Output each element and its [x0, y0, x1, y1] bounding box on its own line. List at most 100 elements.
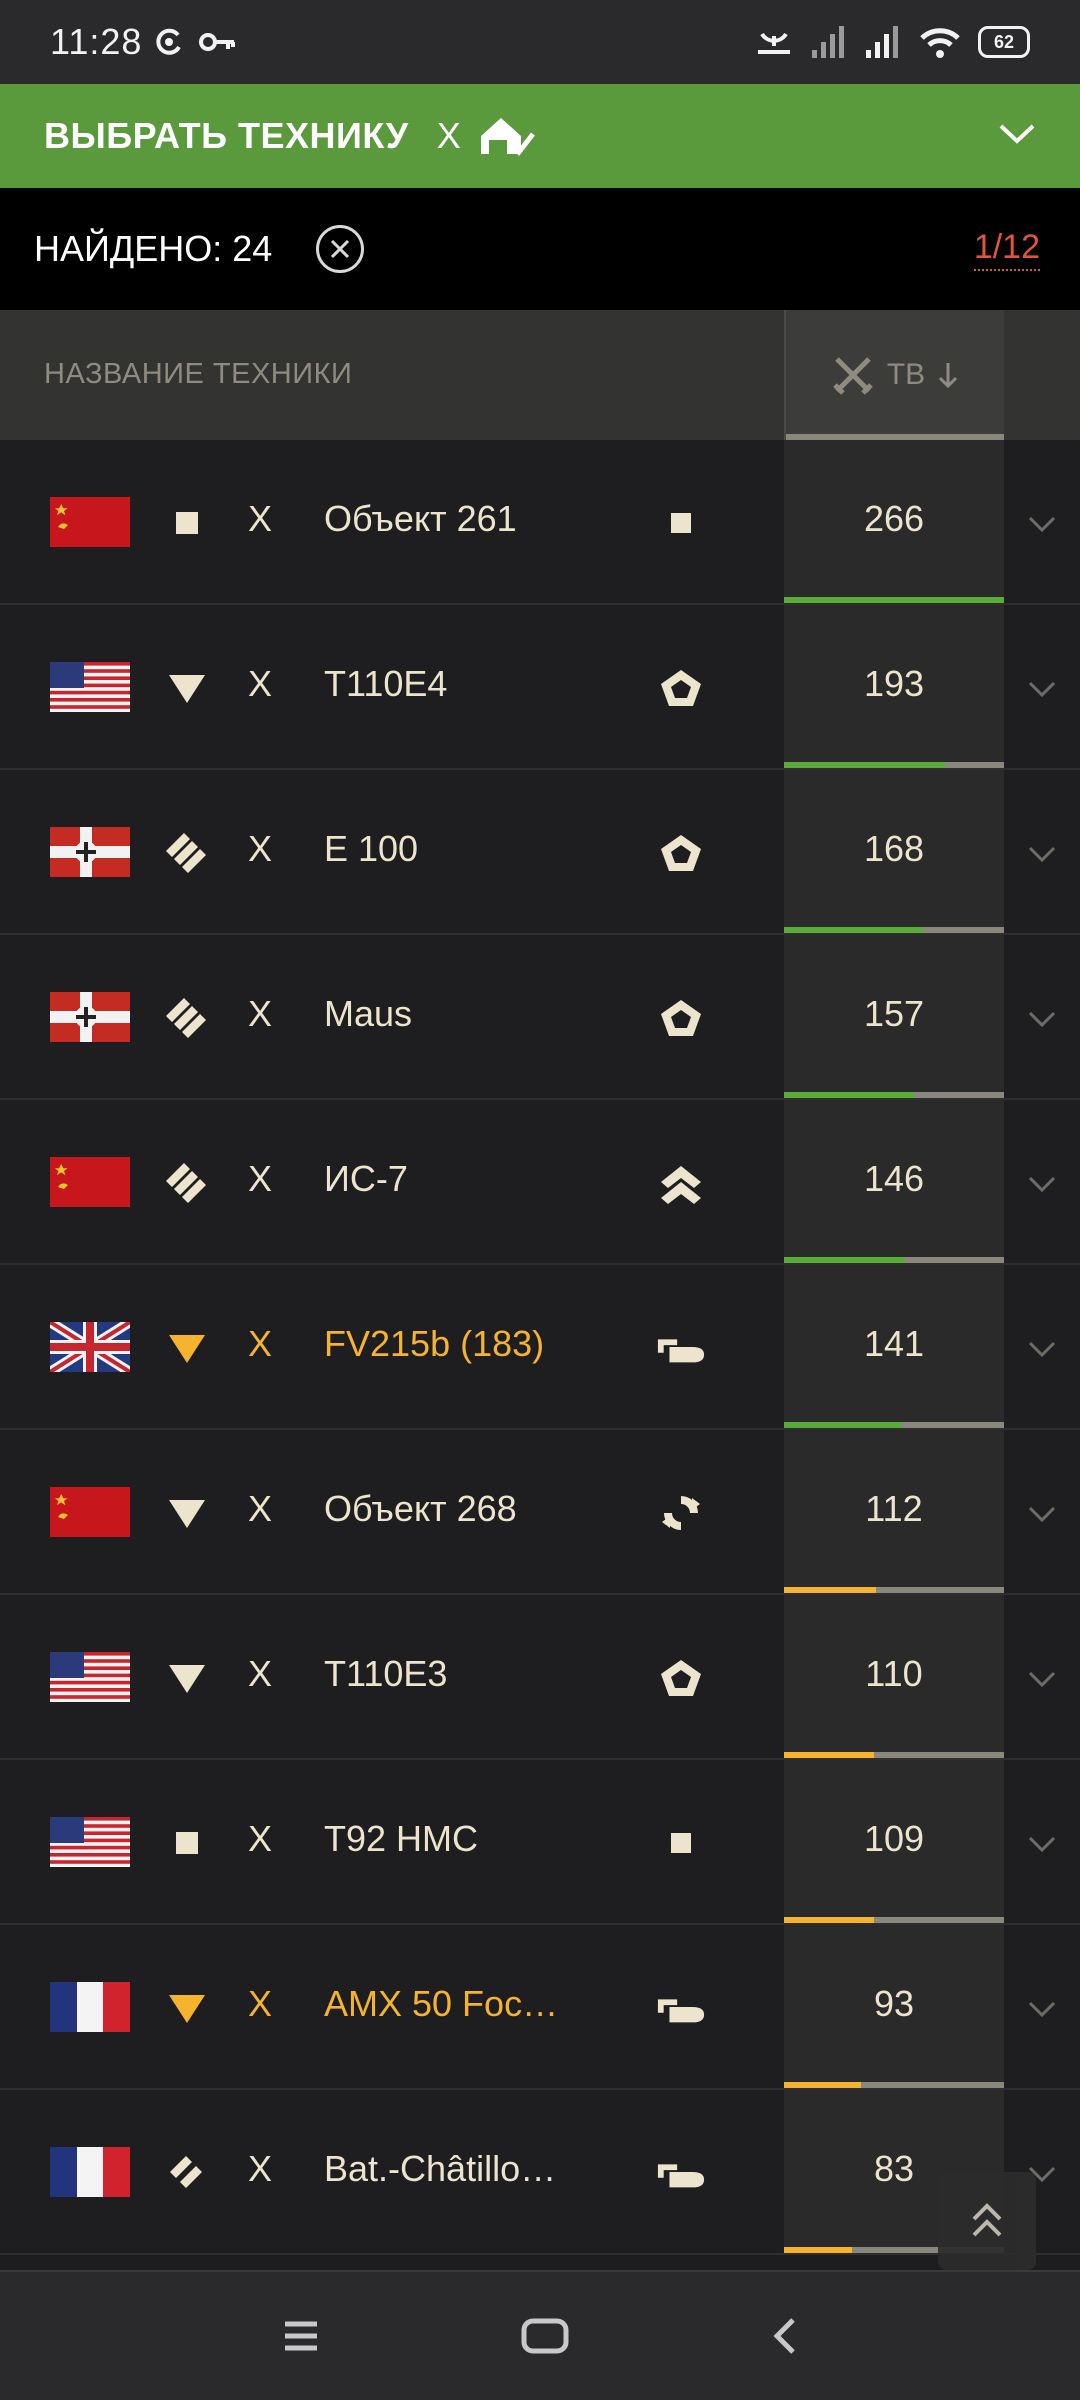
rating-bar-fill [784, 2247, 853, 2253]
column-name-header[interactable]: НАЗВАНИЕ ТЕХНИКИ [44, 358, 352, 391]
vehicle-row[interactable]: X ИС-7 146 [0, 1100, 1080, 1265]
rating-cell: 112 [784, 1430, 1004, 1593]
vehicle-select-header[interactable]: ВЫБРАТЬ ТЕХНИКУ X [0, 84, 1080, 188]
vehicle-tier: X [248, 1488, 273, 1529]
vehicle-row[interactable]: X Maus 157 [0, 935, 1080, 1100]
rating-cell: 110 [784, 1595, 1004, 1758]
vehicle-name: AMX 50 Foch (… [324, 1983, 574, 2024]
vehicle-row[interactable]: X Объект 261 266 [0, 440, 1080, 605]
rating-bar [784, 1917, 1004, 1923]
vehicle-name: E 100 [324, 828, 419, 869]
vehicle-row[interactable]: X T92 HMC 109 [0, 1760, 1080, 1925]
vehicle-name: FV215b (183) [324, 1323, 545, 1364]
vehicle-row[interactable]: X T110E4 193 [0, 605, 1080, 770]
home-icon[interactable] [521, 2316, 569, 2356]
rating-bar-fill [784, 1422, 901, 1428]
vehicle-row[interactable]: X T110E3 110 [0, 1595, 1080, 1760]
clear-filter-button[interactable] [316, 225, 365, 273]
chevron-down-icon[interactable] [1024, 1001, 1060, 1037]
vehicle-tier: X [248, 1653, 273, 1694]
results-bar: НАЙДЕНО: 24 1/12 [0, 188, 1080, 310]
crossed-swords-icon [833, 357, 873, 395]
vehicle-type-td-icon [164, 1985, 210, 2031]
rating-cell: 266 [784, 440, 1004, 603]
role-assault-icon [656, 995, 706, 1041]
menu-icon[interactable] [281, 2318, 321, 2354]
vehicle-row[interactable]: X Bat.-Châtillon … 83 [0, 2090, 1080, 2255]
rating-cell: 168 [784, 770, 1004, 933]
vehicle-row[interactable]: X Объект 268 112 [0, 1430, 1080, 1595]
role-breakthrough-icon [656, 1160, 706, 1206]
rating-bar [784, 1092, 1004, 1098]
vehicle-tier: X [248, 2148, 273, 2189]
chevron-down-icon[interactable] [1024, 1826, 1060, 1862]
chevron-down-icon[interactable] [998, 122, 1036, 151]
vehicle-name: T92 HMC [324, 1818, 479, 1859]
sort-down-icon [939, 363, 958, 389]
chevron-down-icon[interactable] [1024, 1661, 1060, 1697]
rating-header-label: ТВ [886, 358, 926, 391]
vehicle-type-spg-icon [164, 1820, 210, 1866]
chevron-down-icon[interactable] [1024, 506, 1060, 542]
vehicle-type-heavy-icon [164, 830, 210, 876]
rating-value: 266 [863, 498, 925, 539]
vehicle-name: Maus [324, 993, 413, 1034]
flag-uk-icon [47, 1317, 133, 1377]
rating-bar-fill [784, 1752, 875, 1758]
flag-france-icon [50, 1982, 130, 2032]
vehicle-type-td-icon [164, 1655, 210, 1701]
rating-cell: 141 [784, 1265, 1004, 1428]
vehicle-name: Bat.-Châtillon … [324, 2148, 574, 2189]
battery-indicator: 62 [978, 26, 1030, 58]
vehicle-tier: X [248, 828, 273, 869]
flag-ussr-icon [50, 497, 130, 547]
rating-value: 193 [863, 663, 925, 704]
rating-bar-fill [784, 1257, 905, 1263]
rating-value: 146 [863, 1158, 925, 1199]
role-assault-icon [656, 830, 706, 876]
page-indicator[interactable]: 1/12 [973, 228, 1040, 271]
scroll-to-top-button[interactable] [938, 2172, 1036, 2270]
alarm-icon [758, 32, 790, 54]
role-spg-icon [656, 1820, 706, 1866]
vehicle-row[interactable]: X AMX 50 Foch (… 93 [0, 1925, 1080, 2090]
chevron-down-icon[interactable] [1024, 1166, 1060, 1202]
system-nav-bar [0, 2270, 1080, 2400]
rating-bar [784, 1422, 1004, 1428]
chevron-down-icon[interactable] [1024, 1496, 1060, 1532]
flag-ussr-icon [50, 1157, 130, 1207]
flag-france-icon [50, 2147, 130, 2197]
rating-bar-fill [784, 1587, 877, 1593]
column-rating-header[interactable]: ТВ [784, 310, 1004, 440]
chevron-down-icon[interactable] [1024, 1991, 1060, 2027]
vehicle-row[interactable]: X E 100 168 [0, 770, 1080, 935]
chevron-down-icon[interactable] [1024, 671, 1060, 707]
vehicle-type-td-icon [164, 1325, 210, 1371]
back-icon[interactable] [769, 2316, 799, 2356]
vehicle-tier: X [248, 993, 273, 1034]
rating-bar [784, 1752, 1004, 1758]
chevron-down-icon[interactable] [1024, 836, 1060, 872]
vehicle-row[interactable]: X FV215b (183) 141 [0, 1265, 1080, 1430]
role-versatile-icon [656, 1490, 706, 1536]
vehicle-name: T110E4 [324, 663, 448, 704]
vehicle-type-heavy-icon [164, 995, 210, 1041]
vehicle-name: Объект 268 [324, 1488, 517, 1529]
rating-bar [784, 2082, 1004, 2088]
rating-cell: 193 [784, 605, 1004, 768]
sync-icon [156, 28, 182, 55]
rating-value: 157 [863, 993, 925, 1034]
vehicle-type-td-icon [164, 1490, 210, 1536]
rating-cell: 93 [784, 1925, 1004, 2088]
flag-usa-icon [50, 1652, 130, 1702]
chevron-down-icon[interactable] [1024, 1331, 1060, 1367]
rating-bar [784, 1257, 1004, 1263]
rating-bar-fill [784, 1917, 875, 1923]
rating-value: 110 [865, 1653, 923, 1694]
vehicle-tier: X [248, 1323, 273, 1364]
vehicle-tier: X [248, 498, 273, 539]
flag-ussr-icon [50, 1487, 130, 1537]
results-count: НАЙДЕНО: 24 [34, 228, 273, 269]
rating-bar [784, 597, 1004, 603]
double-chevron-up-icon [972, 2203, 1002, 2237]
